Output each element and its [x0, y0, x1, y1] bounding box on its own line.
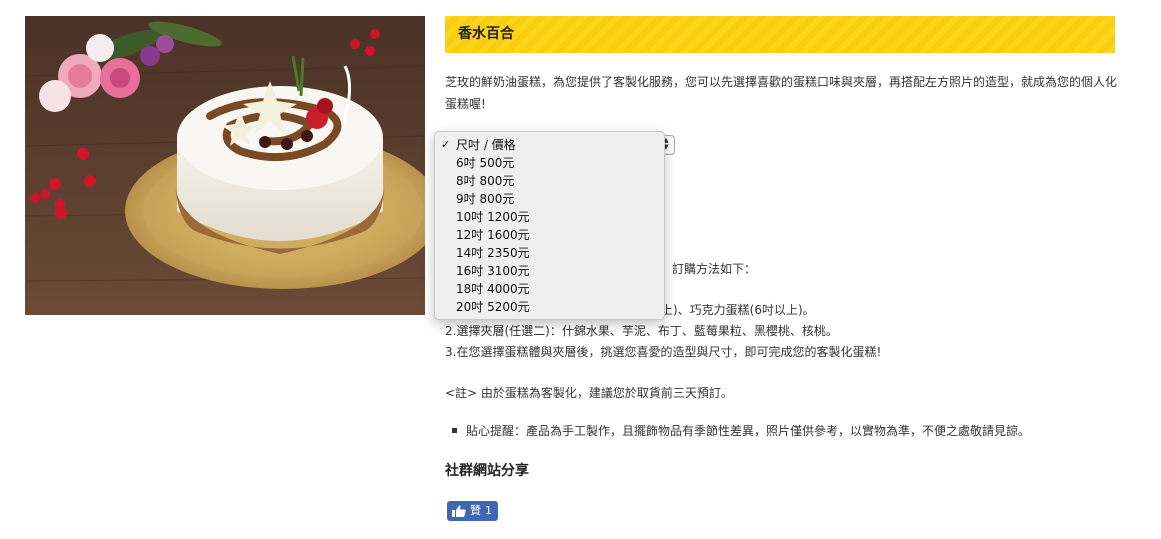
cake-photo [25, 16, 425, 315]
option-label: 12吋 1600元 [456, 228, 530, 242]
checkmark-icon: ✓ [441, 138, 451, 151]
option-label: 8吋 800元 [456, 174, 515, 188]
size-option[interactable]: 14吋 2350元 [435, 244, 664, 262]
bullet-icon [452, 428, 457, 433]
size-dropdown-list[interactable]: ✓ 尺吋 / 價格 6吋 500元 8吋 800元 9吋 800元 10吋 120… [434, 131, 665, 320]
order-note: <註> 由於蛋糕為客製化，建議您於取貨前三天預訂。 [445, 386, 733, 400]
reminder-list-item: 貼心提醒：產品為手工製作，且擺飾物品有季節性差異，照片僅供參考，以實物為準，不便… [452, 422, 1030, 439]
option-label: 10吋 1200元 [456, 210, 530, 224]
product-title: 香水百合 [445, 16, 1115, 53]
size-option[interactable]: 8吋 800元 [435, 172, 664, 190]
description-line-1: 芝玫的鮮奶油蛋糕，為您提供了客製化服務，您可以先選擇喜歡的蛋糕口味與夾層，再搭配… [445, 75, 1118, 89]
description-line-2: 蛋糕喔! [445, 97, 486, 111]
order-step1-tail: 以上)、巧克力蛋糕(6吋以上)。 [649, 303, 815, 317]
option-label: 20吋 5200元 [456, 300, 530, 314]
size-option[interactable]: 12吋 1600元 [435, 226, 664, 244]
order-step2: 2.選擇夾層(任選二)：什錦水果、芋泥、布丁、藍莓果粒、黑櫻桃、核桃。 [445, 324, 838, 338]
thumbs-up-icon [452, 505, 466, 517]
option-label: 9吋 800元 [456, 192, 515, 206]
option-label: 尺吋 / 價格 [456, 138, 516, 152]
option-label: 6吋 500元 [456, 156, 515, 170]
size-option[interactable]: 16吋 3100元 [435, 262, 664, 280]
option-label: 16吋 3100元 [456, 264, 530, 278]
size-option[interactable]: 10吋 1200元 [435, 208, 664, 226]
facebook-like-button[interactable]: 贊 1 [447, 501, 498, 521]
reminder-text: 貼心提醒：產品為手工製作，且擺飾物品有季節性差異，照片僅供參考，以實物為準，不便… [466, 424, 1031, 438]
order-step3: 3.在您選擇蛋糕體與夾層後，挑選您喜愛的造型與尺寸，即可完成您的客製化蛋糕! [445, 345, 882, 359]
size-option[interactable]: 6吋 500元 [435, 154, 664, 172]
option-label: 18吋 4000元 [456, 282, 530, 296]
product-description: 芝玫的鮮奶油蛋糕，為您提供了客製化服務，您可以先選擇喜歡的蛋糕口味與夾層，再搭配… [445, 71, 1125, 115]
size-option[interactable]: 20吋 5200元 [435, 298, 664, 316]
size-option[interactable]: 9吋 800元 [435, 190, 664, 208]
size-option[interactable]: ✓ 尺吋 / 價格 [435, 136, 664, 154]
like-label: 贊 [470, 504, 481, 517]
like-count: 1 [485, 504, 492, 517]
size-option[interactable]: 18吋 4000元 [435, 280, 664, 298]
option-label: 14吋 2350元 [456, 246, 530, 260]
share-heading: 社群網站分享 [445, 463, 529, 479]
